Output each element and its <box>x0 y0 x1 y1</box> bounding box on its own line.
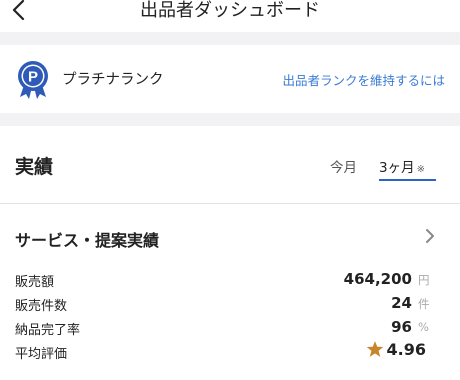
metric-row-completion: 納品完了率 96 % <box>0 318 460 341</box>
tab-three-months[interactable]: 3ヶ月 ※ <box>379 156 436 181</box>
metric-row-sales: 販売額 464,200 円 <box>0 270 460 293</box>
metric-unit: 件 <box>418 297 430 311</box>
performance-card: 実績 今月 3ヶ月 ※ サービス・提案実績 販売額 464,200 円 販売件数 … <box>0 126 460 380</box>
metric-label: 納品完了率 <box>15 323 81 338</box>
star-icon <box>366 341 384 357</box>
header-bar: 出品者ダッシュボード <box>0 0 460 32</box>
divider <box>0 203 460 204</box>
service-section-title[interactable]: サービス・提案実績 <box>15 227 159 251</box>
tab-this-month[interactable]: 今月 <box>330 156 357 176</box>
metric-label: 平均評価 <box>15 347 68 362</box>
rank-label: プラチナランク <box>62 72 164 88</box>
tab-note-mark: ※ <box>416 164 425 175</box>
metric-label: 販売額 <box>15 275 55 290</box>
rank-badge-icon: P <box>18 61 48 99</box>
metric-row-rating: 平均評価 4.96 <box>0 340 460 365</box>
metric-value: 24 <box>391 294 412 312</box>
tab-three-months-label: 3ヶ月 <box>379 160 415 176</box>
metric-value: 464,200 <box>343 270 412 288</box>
rank-maintain-link[interactable]: 出品者ランクを維持するには <box>282 70 445 89</box>
metric-value: 96 <box>391 318 412 336</box>
metric-unit: % <box>418 320 429 334</box>
performance-title: 実績 <box>15 156 54 178</box>
rating-value: 4.96 <box>386 340 426 359</box>
metric-row-count: 販売件数 24 件 <box>0 294 460 317</box>
badge-letter: P <box>28 69 38 86</box>
page-title: 出品者ダッシュボード <box>140 0 320 21</box>
chevron-right-icon[interactable] <box>424 227 436 245</box>
metric-unit: 円 <box>418 273 430 287</box>
metric-label: 販売件数 <box>15 299 68 314</box>
rank-card: P プラチナランク 出品者ランクを維持するには <box>0 45 460 113</box>
